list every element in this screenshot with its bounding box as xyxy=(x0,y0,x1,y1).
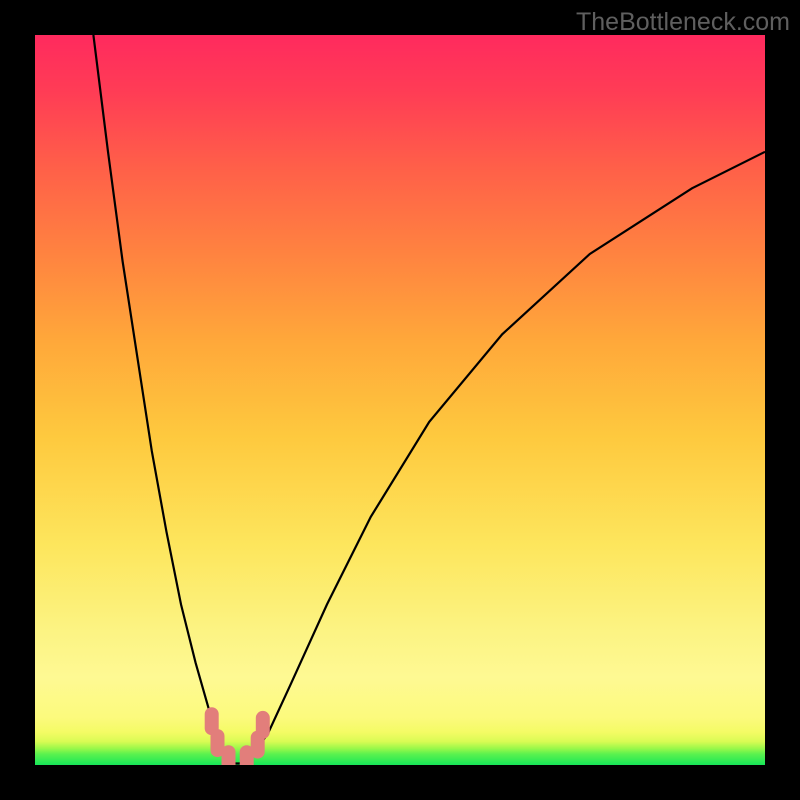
min-marker xyxy=(222,745,236,765)
min-marker xyxy=(256,711,270,739)
watermark-text: TheBottleneck.com xyxy=(576,8,790,37)
curve-path xyxy=(93,35,765,764)
plot-area xyxy=(35,35,765,765)
outer-frame: TheBottleneck.com xyxy=(0,0,800,800)
bottleneck-curve xyxy=(93,35,765,764)
min-region-markers xyxy=(205,707,270,765)
curve-layer xyxy=(35,35,765,765)
